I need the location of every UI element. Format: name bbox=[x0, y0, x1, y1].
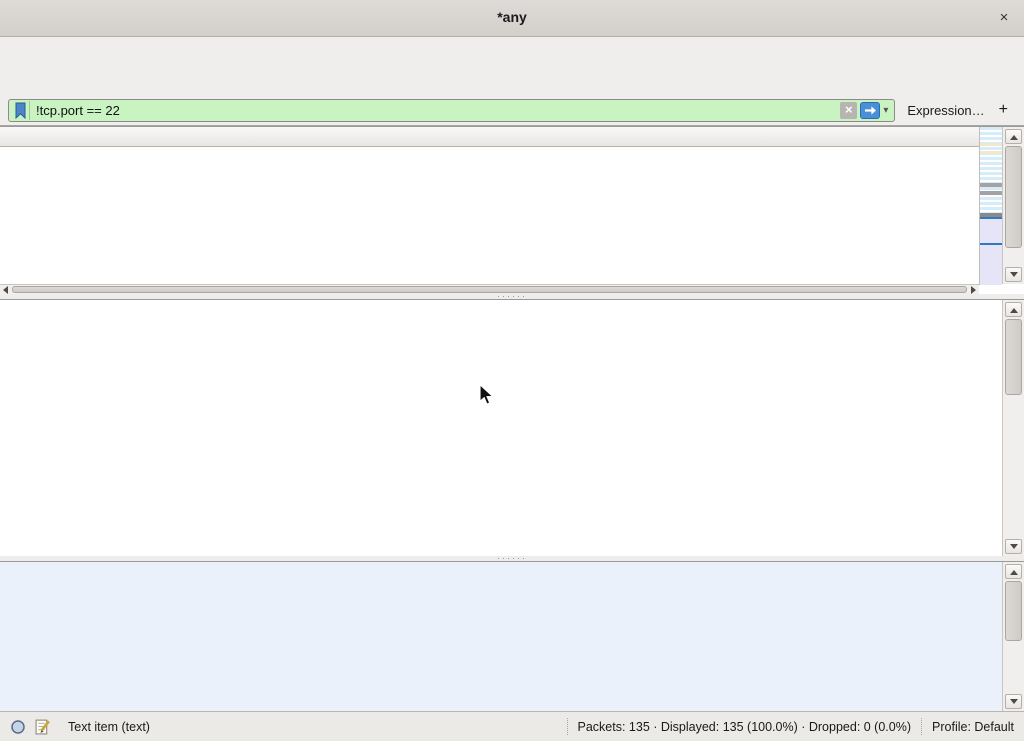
filter-bookmark-icon[interactable] bbox=[12, 101, 30, 120]
scroll-thumb[interactable] bbox=[1005, 581, 1022, 641]
status-separator bbox=[921, 718, 922, 735]
scroll-down-icon[interactable] bbox=[1005, 694, 1022, 709]
hscroll-thumb[interactable] bbox=[12, 286, 967, 293]
scroll-thumb[interactable] bbox=[1005, 146, 1022, 248]
scroll-up-icon[interactable] bbox=[1005, 302, 1022, 317]
close-button[interactable]: × bbox=[994, 8, 1014, 28]
packet-list bbox=[0, 126, 1024, 294]
scroll-thumb[interactable] bbox=[1005, 319, 1022, 395]
filter-clear-button[interactable]: × bbox=[840, 102, 857, 119]
window-title: *any bbox=[0, 9, 1024, 25]
packet-details bbox=[0, 299, 1024, 556]
details-scrollbar[interactable] bbox=[1002, 300, 1024, 556]
scroll-down-icon[interactable] bbox=[1005, 539, 1022, 554]
scroll-left-icon[interactable] bbox=[3, 286, 8, 294]
add-filter-button[interactable]: + bbox=[995, 101, 1016, 119]
capture-comment-icon[interactable] bbox=[35, 718, 51, 735]
main-toolbar bbox=[0, 59, 1024, 95]
filter-bar: !tcp.port == 22 × ▾ Expression… + bbox=[0, 95, 1024, 126]
expression-button[interactable]: Expression… bbox=[907, 103, 984, 118]
filter-text[interactable]: !tcp.port == 22 bbox=[36, 103, 840, 118]
titlebar: *any × bbox=[0, 0, 1024, 37]
filter-dropdown-arrow[interactable]: ▾ bbox=[880, 105, 891, 116]
scroll-down-icon[interactable] bbox=[1005, 267, 1022, 282]
status-bar: Text item (text) Packets: 135 · Displaye… bbox=[0, 711, 1024, 741]
filter-apply-button[interactable] bbox=[860, 102, 880, 119]
packet-minimap[interactable] bbox=[979, 127, 1002, 285]
profile-label[interactable]: Profile: Default bbox=[932, 720, 1014, 734]
packet-list-scrollbar[interactable] bbox=[1002, 127, 1024, 284]
hex-dump bbox=[0, 561, 1024, 711]
menubar bbox=[0, 37, 1024, 59]
scroll-up-icon[interactable] bbox=[1005, 129, 1022, 144]
packet-list-rows bbox=[0, 147, 979, 285]
scroll-right-icon[interactable] bbox=[971, 286, 976, 294]
hex-scrollbar[interactable] bbox=[1002, 562, 1024, 711]
packet-counts: Packets: 135 · Displayed: 135 (100.0%) ·… bbox=[578, 720, 912, 734]
expert-info-icon[interactable] bbox=[10, 719, 26, 735]
display-filter-input[interactable]: !tcp.port == 22 × ▾ bbox=[8, 99, 895, 122]
mouse-cursor bbox=[478, 383, 495, 412]
app-window: *any × !tcp.port == 22 × ▾ Expression… + bbox=[0, 0, 1024, 741]
packet-list-header bbox=[0, 127, 979, 147]
status-field-text: Text item (text) bbox=[68, 720, 150, 734]
status-separator bbox=[567, 718, 568, 735]
packet-list-hscrollbar[interactable] bbox=[0, 284, 979, 294]
scroll-up-icon[interactable] bbox=[1005, 564, 1022, 579]
